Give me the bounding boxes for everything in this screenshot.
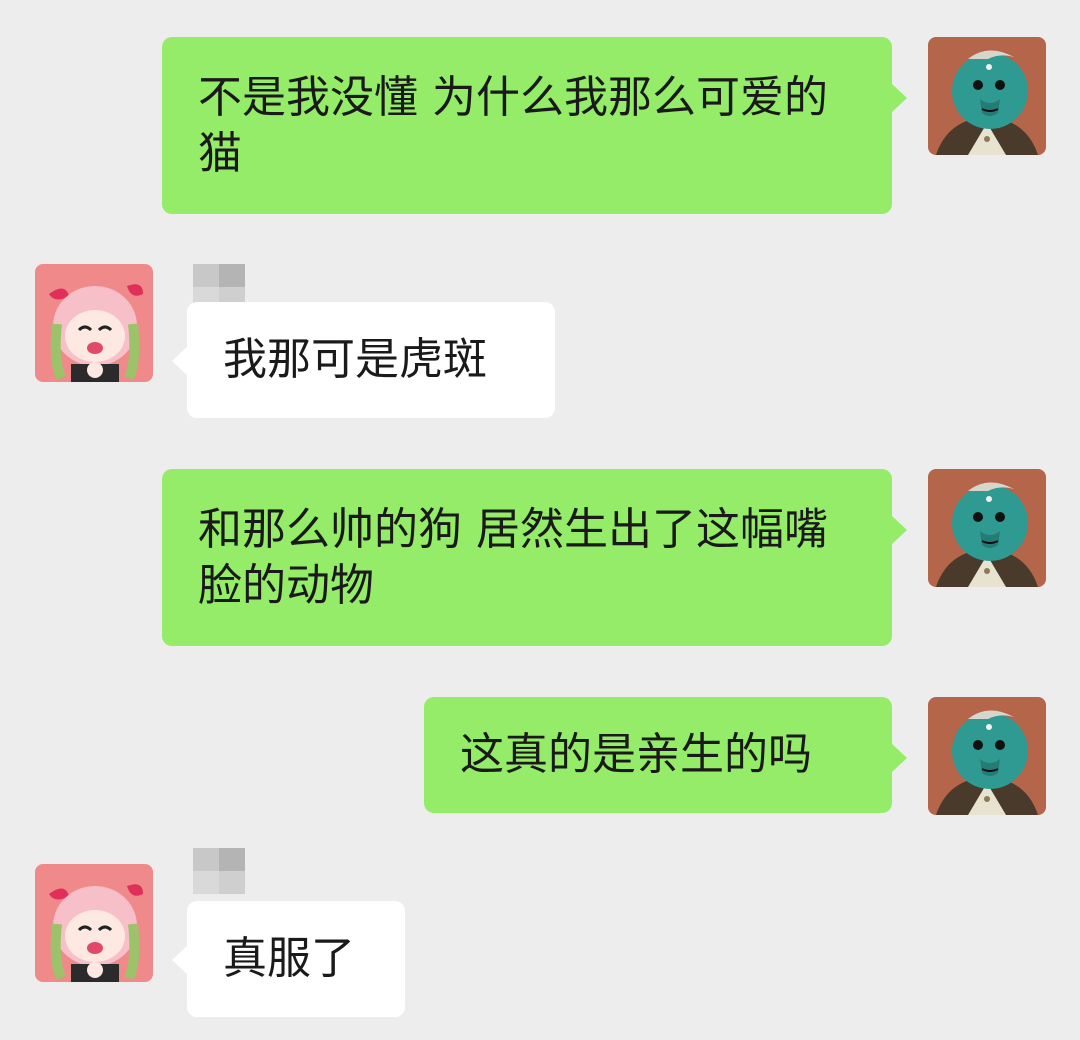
message-bubble-sent[interactable]: 和那么帅的狗 居然生出了这幅嘴脸的动物 bbox=[162, 469, 907, 646]
friend-avatar-icon[interactable] bbox=[35, 864, 153, 982]
message-bubble-sent[interactable]: 这真的是亲生的吗 bbox=[424, 697, 907, 813]
my-avatar-icon[interactable] bbox=[928, 697, 1046, 815]
friend-name-mosaic-icon bbox=[193, 848, 245, 894]
my-avatar-icon[interactable] bbox=[928, 469, 1046, 587]
message-text: 不是我没懂 为什么我那么可爱的猫 bbox=[198, 71, 828, 179]
message-text: 和那么帅的狗 居然生出了这幅嘴脸的动物 bbox=[198, 503, 828, 611]
my-avatar-icon[interactable] bbox=[928, 37, 1046, 155]
friend-avatar-icon[interactable] bbox=[35, 264, 153, 382]
message-bubble-received[interactable]: 我那可是虎斑 bbox=[172, 302, 555, 418]
message-text: 我那可是虎斑 bbox=[223, 334, 487, 385]
message-bubble-sent[interactable]: 不是我没懂 为什么我那么可爱的猫 bbox=[162, 37, 907, 214]
message-text: 这真的是亲生的吗 bbox=[460, 729, 812, 780]
message-bubble-received[interactable]: 真服了 bbox=[172, 901, 405, 1017]
message-text: 真服了 bbox=[223, 933, 355, 984]
chat-window: 不是我没懂 为什么我那么可爱的猫 我那可是虎斑 和那么帅的狗 居然生出了这幅嘴脸… bbox=[0, 0, 1080, 1040]
